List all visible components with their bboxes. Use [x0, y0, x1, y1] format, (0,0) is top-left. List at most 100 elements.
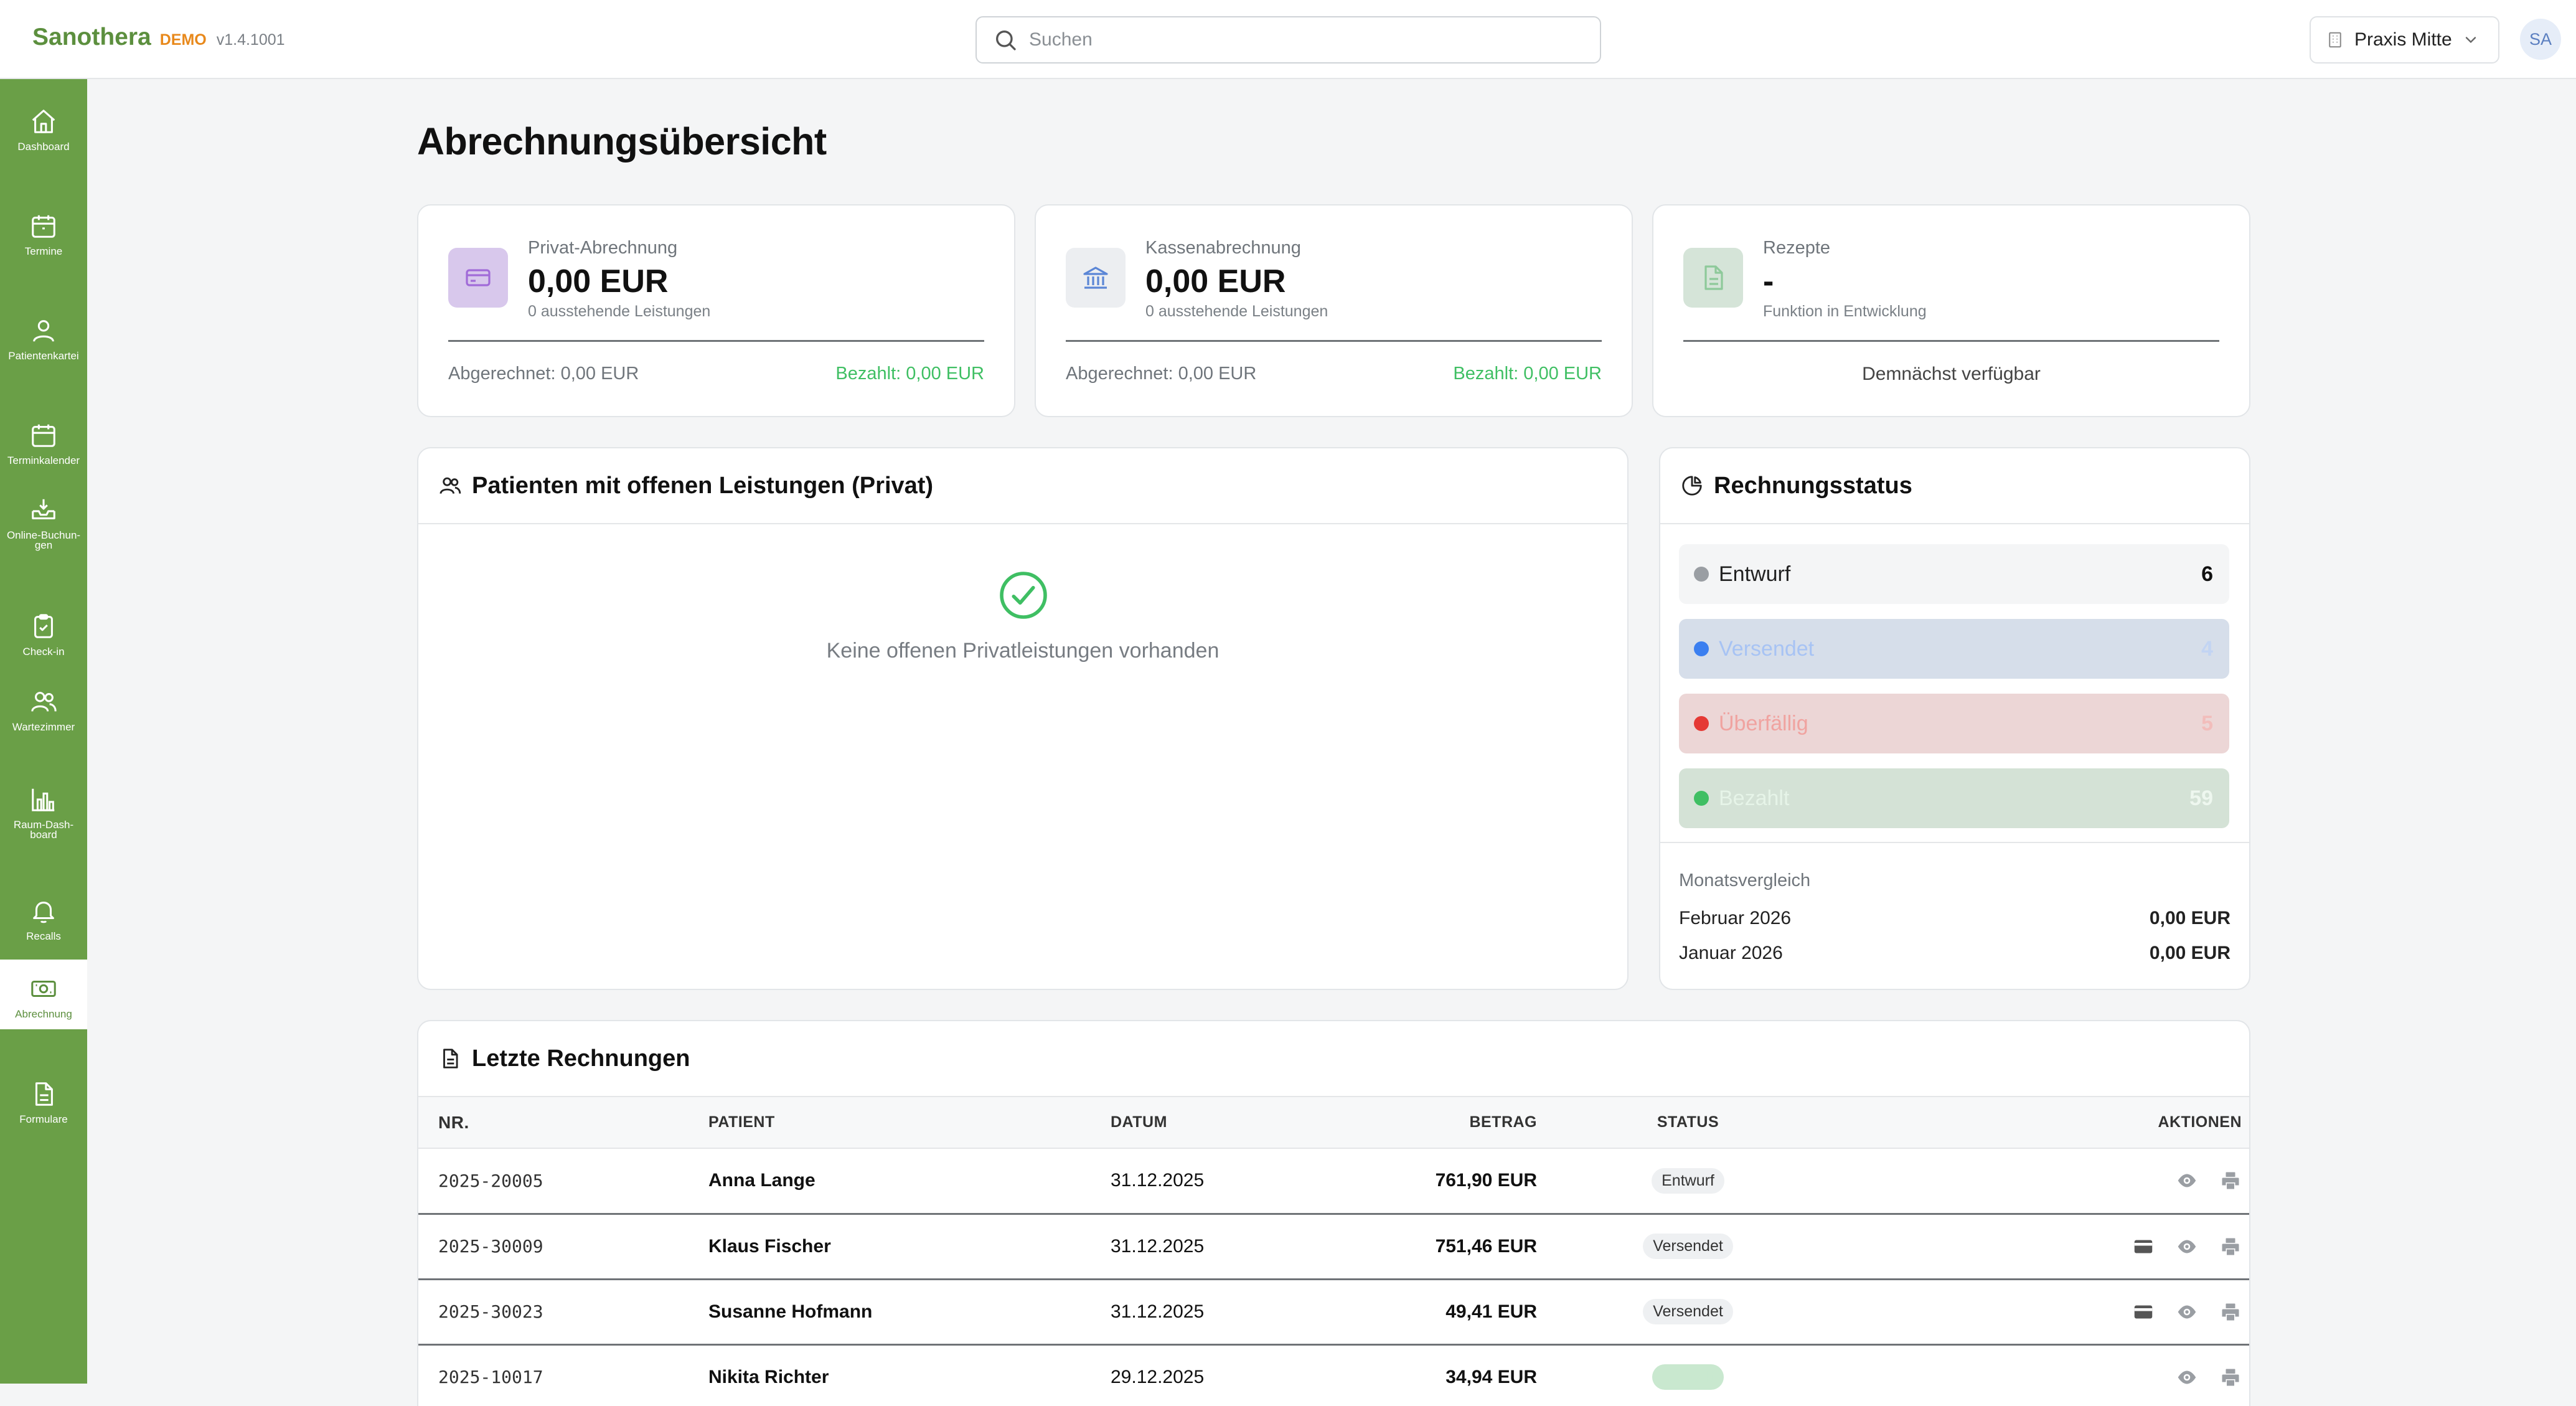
eye-icon[interactable]	[2176, 1169, 2198, 1192]
stat-subtext: 0 ausstehende Leistungen	[528, 303, 711, 320]
column-header-status[interactable]: STATUS	[1537, 1097, 1839, 1149]
sidebar-item-abrechnung[interactable]: Abrechnung	[0, 960, 87, 1029]
sidebar-item-label: Dashboard	[17, 141, 70, 153]
home-icon	[32, 110, 55, 133]
month-comparison-title: Monatsvergleich	[1679, 870, 1811, 890]
eye-icon[interactable]	[2176, 1366, 2198, 1389]
status-row-versendet[interactable]: Versendet 4	[1679, 619, 2229, 679]
sidebar-item-label: Termine	[24, 245, 63, 257]
sidebar-item-label: Formulare	[19, 1113, 68, 1125]
status-dot	[1694, 716, 1709, 731]
eye-icon[interactable]	[2176, 1235, 2198, 1258]
stat-value: -	[1763, 263, 1774, 300]
app-version: v1.4.1001	[216, 31, 285, 49]
privat-abrechnung-card: Privat-Abrechnung 0,00 EUR 0 ausstehende…	[417, 204, 1015, 417]
sidebar-item-check-in[interactable]: Check-in	[0, 597, 87, 667]
sidebar-item-terminkalender[interactable]: Terminkalender	[0, 406, 87, 476]
open-services-panel: Patienten mit offenen Leistungen (Privat…	[417, 447, 1629, 990]
table-row[interactable]: 2025-30023 Susanne Hofmann 31.12.2025 49,41…	[418, 1279, 2249, 1346]
table-row[interactable]: 2025-10017 Nikita Richter 29.12.2025 34,94 …	[418, 1344, 2249, 1406]
invoice-date: 31.12.2025	[1111, 1279, 1384, 1346]
printer-icon[interactable]	[2219, 1366, 2242, 1389]
status-badge: Bezahlt	[1652, 1364, 1724, 1390]
column-header-aktionen: AKTIONEN	[1839, 1097, 2249, 1149]
status-name: Bezahlt	[1719, 786, 1790, 810]
table-row[interactable]: 2025-20005 Anna Lange 31.12.2025 761,90 EUR…	[418, 1148, 2249, 1215]
sidebar-item-patientenkartei[interactable]: Patientenkartei	[0, 301, 87, 371]
invoices-table: NR. PATIENT DATUM BETRAG STATUS AKTIONEN…	[418, 1097, 2249, 1406]
invoice-amount: 34,94 EUR	[1384, 1344, 1537, 1406]
stat-value: 0,00 EUR	[1145, 263, 1286, 300]
brand[interactable]: Sanothera DEMO v1.4.1001	[32, 24, 285, 51]
person-icon	[33, 320, 54, 342]
bank-icon	[1083, 267, 1108, 289]
status-row-bezahlt[interactable]: Bezahlt 59	[1679, 768, 2229, 828]
sidebar-item-termine[interactable]: Termine	[0, 197, 87, 267]
sidebar-item-recalls[interactable]: Recalls	[0, 882, 87, 951]
status-cell: Versendet	[1537, 1279, 1839, 1346]
invoice-status-panel: Rechnungsstatus Entwurf 6 Versendet 4 Überfä…	[1659, 447, 2250, 990]
status-row-überfällig[interactable]: Überfällig 5	[1679, 694, 2229, 753]
panel-header: Rechnungsstatus	[1660, 448, 2249, 524]
panel-title: Letzte Rechnungen	[472, 1045, 690, 1072]
sidebar: Dashboard Termine Patientenkartei Termin…	[0, 79, 87, 1384]
credit-card-icon[interactable]	[2132, 1235, 2155, 1258]
stat-subtext: Funktion in Entwicklung	[1763, 303, 1927, 320]
paid-amount: Bezahlt: 0,00 EUR	[1453, 364, 1602, 384]
sidebar-item-raum-dashboard[interactable]: Raum-Dash- board	[0, 770, 87, 864]
column-header-datum[interactable]: DATUM	[1111, 1097, 1384, 1149]
printer-icon[interactable]	[2219, 1301, 2242, 1323]
calendar-icon	[32, 424, 55, 447]
search-box[interactable]	[975, 16, 1601, 64]
panel-title: Rechnungsstatus	[1714, 472, 1912, 499]
sidebar-item-formulare[interactable]: Formulare	[0, 1065, 87, 1135]
sidebar-item-dashboard[interactable]: Dashboard	[0, 92, 87, 162]
status-dot	[1694, 641, 1709, 656]
table-row[interactable]: 2025-30009 Klaus Fischer 31.12.2025 751,46 …	[418, 1214, 2249, 1280]
chart-icon	[32, 788, 55, 811]
avatar[interactable]: SA	[2520, 19, 2561, 60]
eye-icon[interactable]	[2176, 1301, 2198, 1323]
practice-selector[interactable]: Praxis Mitte	[2310, 16, 2499, 64]
check-circle-icon	[1000, 572, 1047, 619]
invoice-number: 2025-20005	[418, 1148, 708, 1215]
status-name: Entwurf	[1719, 562, 1791, 586]
clipboard-check-icon	[34, 614, 53, 638]
column-header-betrag[interactable]: BETRAG	[1384, 1097, 1537, 1149]
patient-name: Susanne Hofmann	[708, 1279, 1111, 1346]
month-amount: 0,00 EUR	[2149, 908, 2230, 928]
stat-label: Kassenabrechnung	[1145, 238, 1301, 258]
invoice-amount: 49,41 EUR	[1384, 1279, 1537, 1346]
invoice-number: 2025-30009	[418, 1214, 708, 1280]
month-name: Januar 2026	[1679, 943, 1783, 963]
column-header-nr[interactable]: NR.	[418, 1097, 708, 1149]
sidebar-item-online-buchungen[interactable]: Online-Buchun- gen	[0, 481, 87, 574]
credit-card-icon[interactable]	[2132, 1301, 2155, 1323]
sidebar-item-label: Recalls	[26, 930, 61, 942]
month-name: Februar 2026	[1679, 908, 1792, 928]
rezepte-card: Rezepte - Funktion in Entwicklung Demnäc…	[1652, 204, 2250, 417]
divider	[1660, 842, 2249, 843]
sidebar-item-label: Wartezimmer	[12, 721, 75, 733]
column-header-patient[interactable]: PATIENT	[708, 1097, 1111, 1149]
sidebar-item-wartezimmer[interactable]: Wartezimmer	[0, 672, 87, 742]
top-bar: Sanothera DEMO v1.4.1001 Praxis Mitte SA	[0, 0, 2576, 79]
chevron-down-icon	[2465, 37, 2476, 44]
recent-invoices-panel: Letzte Rechnungen NR. PATIENT DATUM BETR…	[417, 1020, 2250, 1406]
printer-icon[interactable]	[2219, 1235, 2242, 1258]
stat-subtext: 0 ausstehende Leistungen	[1145, 303, 1328, 320]
bell-icon	[33, 902, 54, 923]
status-badge: Entwurf	[1652, 1168, 1724, 1194]
invoice-number: 2025-10017	[418, 1344, 708, 1406]
patient-name: Nikita Richter	[708, 1344, 1111, 1406]
status-count: 5	[2201, 711, 2213, 735]
status-row-entwurf[interactable]: Entwurf 6	[1679, 544, 2229, 604]
billed-amount: Abgerechnet: 0,00 EUR	[1066, 364, 1257, 384]
status-dot	[1694, 791, 1709, 806]
file-icon	[443, 1049, 458, 1069]
panel-header: Letzte Rechnungen	[418, 1021, 2249, 1097]
status-cell: Entwurf	[1537, 1148, 1839, 1215]
sidebar-item-label: Check-in	[22, 646, 65, 658]
printer-icon[interactable]	[2219, 1169, 2242, 1192]
search-input[interactable]	[1029, 29, 1589, 50]
